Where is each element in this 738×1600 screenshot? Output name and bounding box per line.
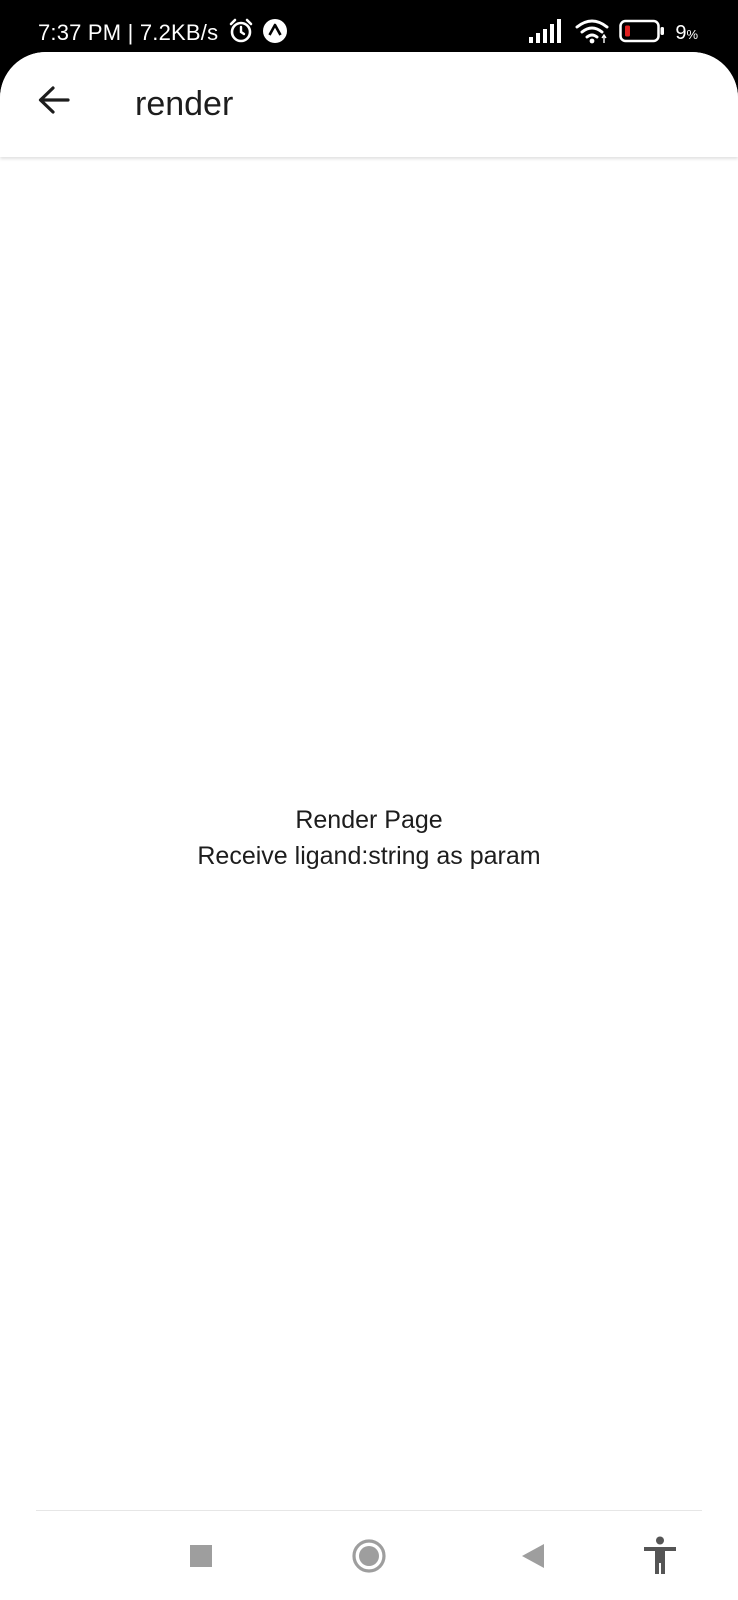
battery-unit: % [686, 26, 698, 42]
message-title: Render Page [295, 806, 443, 834]
wifi-icon [575, 18, 609, 49]
battery-percent-text: 9% [675, 20, 698, 48]
arrow-left-icon [37, 85, 71, 120]
nav-divider [36, 1510, 702, 1511]
cell-signal-icon [529, 19, 565, 48]
home-button[interactable] [339, 1528, 399, 1588]
message-subtitle: Receive ligand:string as param [197, 842, 541, 870]
circle-icon [351, 1538, 387, 1579]
status-bar: 7:37 PM | 7.2KB/s 9% [0, 0, 738, 52]
alarm-clock-icon [228, 18, 254, 49]
status-right-icons: 9% [529, 18, 698, 49]
system-nav-bar [0, 1512, 738, 1600]
square-icon [189, 1544, 213, 1573]
app-bar: render [0, 52, 738, 157]
triangle-back-icon [520, 1542, 546, 1575]
battery-percent: 9 [675, 21, 687, 44]
render-page-message: Render Page Receive ligand:string as par… [0, 802, 738, 874]
status-left-icons [228, 18, 288, 49]
system-back-button[interactable] [503, 1528, 563, 1588]
accessibility-button[interactable] [630, 1528, 690, 1588]
page-title: render [135, 85, 234, 123]
app-window: Render Page Receive ligand:string as par… [0, 52, 738, 1600]
battery-icon [619, 19, 665, 48]
status-time-speed: 7:37 PM | 7.2KB/s [38, 20, 219, 45]
page-content: Render Page Receive ligand:string as par… [0, 52, 738, 1600]
caret-up-circle-icon [262, 18, 288, 49]
back-button[interactable] [28, 76, 80, 128]
accessibility-icon [642, 1536, 678, 1581]
recent-apps-button[interactable] [171, 1528, 231, 1588]
phone-screen: 7:37 PM | 7.2KB/s 9% Render Page Receive… [0, 0, 738, 1600]
